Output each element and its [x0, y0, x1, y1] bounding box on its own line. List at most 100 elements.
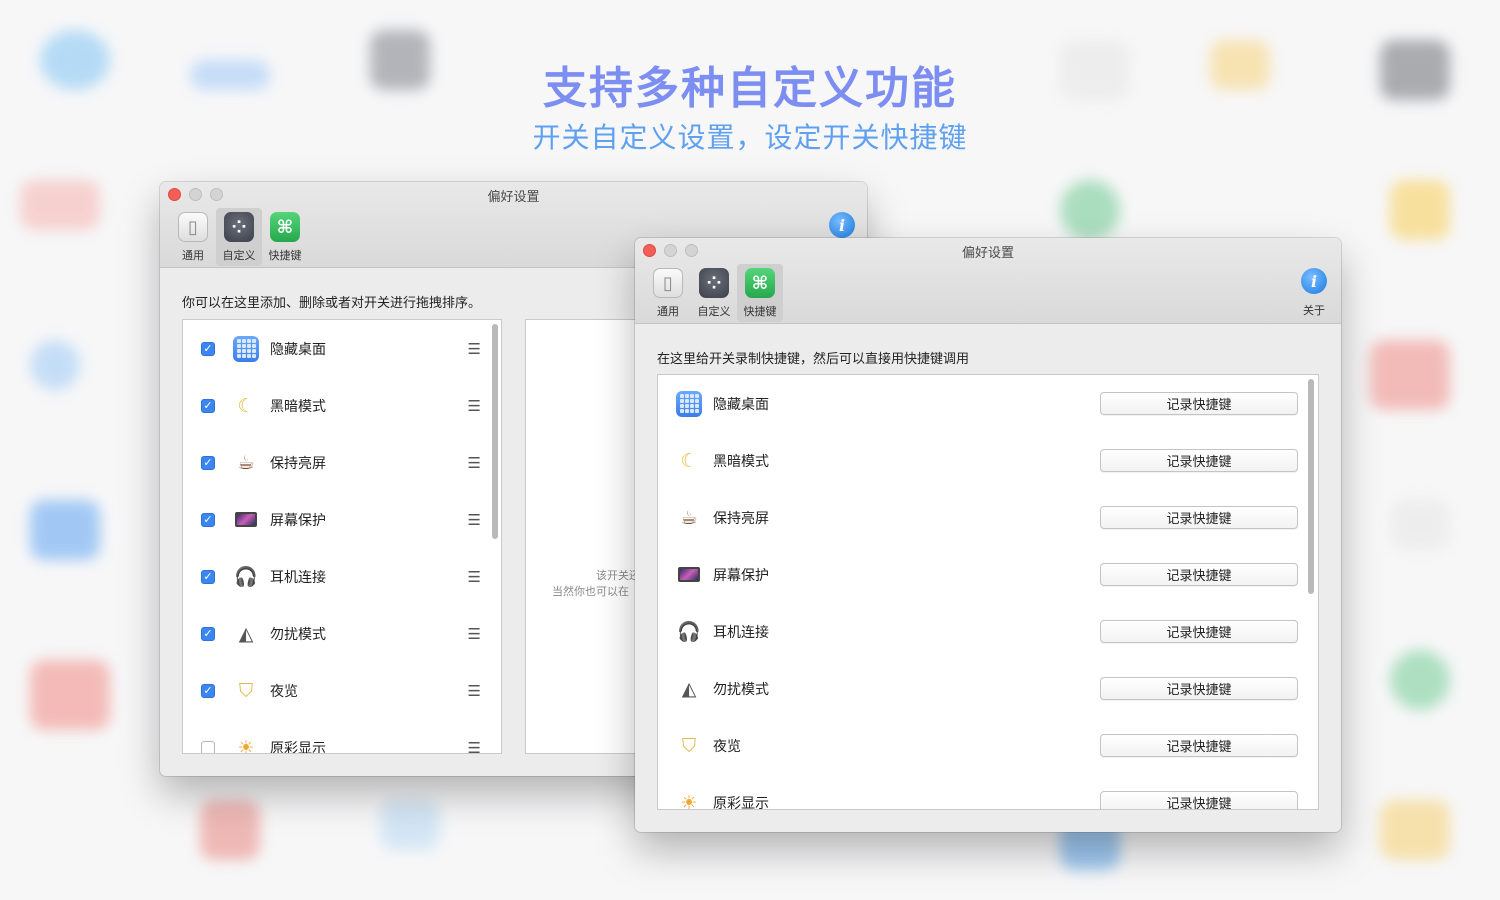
subheadline: 开关自定义设置，设定开关快捷键: [532, 121, 968, 154]
preferences-toolbar: ▯ 通用 ⁘ 自定义 ⌘ 快捷键: [645, 264, 783, 322]
tab-hotkeys[interactable]: ⌘ 快捷键: [737, 264, 783, 322]
tab-label: 快捷键: [268, 249, 302, 262]
tab-label: 通用: [657, 305, 679, 318]
checkbox[interactable]: ✓: [201, 626, 215, 641]
record-shortcut-button[interactable]: 记录快捷键: [1100, 449, 1298, 472]
toggle-switch-icon: ▯: [653, 268, 683, 298]
list-item[interactable]: ✓ ◭ 勿扰模式 ☰: [183, 605, 501, 662]
command-key-icon: ⌘: [745, 268, 775, 298]
list-item: ☾ 黑暗模式 记录快捷键: [658, 432, 1318, 489]
tab-label: 快捷键: [743, 305, 777, 318]
coffee-cup-icon: ☕: [680, 506, 698, 529]
dots-wheel-icon: ⁘: [224, 212, 254, 242]
checkbox[interactable]: ✓: [201, 683, 215, 698]
tab-general[interactable]: ▯ 通用: [645, 264, 691, 322]
checkbox[interactable]: ✓: [201, 398, 215, 413]
item-label: 原彩显示: [270, 740, 326, 754]
item-label: 夜览: [713, 738, 741, 755]
item-label: 勿扰模式: [713, 681, 769, 698]
checkbox[interactable]: ✓: [201, 569, 215, 584]
tab-general[interactable]: ▯ 通用: [170, 208, 216, 266]
hotkey-list: 隐藏桌面 记录快捷键 ☾ 黑暗模式 记录快捷键 ☕ 保持亮屏 记录快捷键 屏幕保…: [657, 374, 1319, 810]
record-shortcut-button[interactable]: 记录快捷键: [1100, 791, 1298, 809]
headphones-icon: 🎧: [234, 566, 258, 588]
list-item: ⛉ 夜览 记录快捷键: [658, 717, 1318, 774]
list-item: ◭ 勿扰模式 记录快捷键: [658, 660, 1318, 717]
item-label: 夜览: [270, 683, 298, 700]
item-label: 隐藏桌面: [713, 396, 769, 413]
scrollbar[interactable]: [492, 324, 498, 539]
list-item: ☕ 保持亮屏 记录快捷键: [658, 489, 1318, 546]
item-label: 黑暗模式: [270, 398, 326, 415]
record-shortcut-button[interactable]: 记录快捷键: [1100, 506, 1298, 529]
lamp-icon: ⛉: [238, 679, 254, 702]
drag-handle-icon[interactable]: ☰: [468, 625, 481, 643]
checkbox[interactable]: [201, 740, 215, 753]
sun-icon: ☀: [237, 736, 255, 754]
item-label: 保持亮屏: [270, 455, 326, 472]
tab-label: 自定义: [222, 249, 256, 262]
list-item: 隐藏桌面 记录快捷键: [658, 375, 1318, 432]
headphones-icon: 🎧: [677, 621, 701, 643]
grid-icon: [233, 335, 259, 362]
item-label: 屏幕保护: [270, 512, 326, 529]
item-label: 屏幕保护: [713, 567, 769, 584]
drag-handle-icon[interactable]: ☰: [468, 739, 481, 754]
sun-icon: ☀: [680, 791, 698, 810]
tab-hotkeys[interactable]: ⌘ 快捷键: [262, 208, 308, 266]
record-shortcut-button[interactable]: 记录快捷键: [1100, 734, 1298, 757]
about-label: 关于: [1303, 304, 1325, 317]
list-item: 🎧 耳机连接 记录快捷键: [658, 603, 1318, 660]
list-item[interactable]: ✓ ☾ 黑暗模式 ☰: [183, 377, 501, 434]
about-button[interactable]: i 关于: [1301, 268, 1327, 318]
command-key-icon: ⌘: [270, 212, 300, 242]
list-item[interactable]: ✓ 屏幕保护 ☰: [183, 491, 501, 548]
drag-handle-icon[interactable]: ☰: [468, 397, 481, 415]
list-item[interactable]: ✓ ⛉ 夜览 ☰: [183, 662, 501, 719]
record-shortcut-button[interactable]: 记录快捷键: [1100, 620, 1298, 643]
drag-handle-icon[interactable]: ☰: [468, 340, 481, 358]
record-shortcut-button[interactable]: 记录快捷键: [1100, 677, 1298, 700]
drag-handle-icon[interactable]: ☰: [468, 511, 481, 529]
item-label: 耳机连接: [270, 569, 326, 586]
preferences-window-hotkeys: 偏好设置 ▯ 通用 ⁘ 自定义 ⌘ 快捷键 i 关于 在这里给开关录制快捷键，然…: [635, 238, 1341, 832]
drag-handle-icon[interactable]: ☰: [468, 568, 481, 586]
info-icon: i: [829, 212, 855, 238]
info-icon: i: [1301, 268, 1327, 294]
about-button[interactable]: i: [829, 212, 855, 238]
record-shortcut-button[interactable]: 记录快捷键: [1100, 392, 1298, 415]
item-label: 隐藏桌面: [270, 341, 326, 358]
item-label: 耳机连接: [713, 624, 769, 641]
dots-wheel-icon: ⁘: [699, 268, 729, 298]
titlebar: 偏好设置 ▯ 通用 ⁘ 自定义 ⌘ 快捷键 i 关于: [635, 238, 1341, 324]
list-item[interactable]: ☀ 原彩显示 ☰: [183, 719, 501, 754]
list-item[interactable]: ✓ 🎧 耳机连接 ☰: [183, 548, 501, 605]
scrollbar[interactable]: [1308, 379, 1314, 594]
checkbox[interactable]: ✓: [201, 512, 215, 527]
toggle-switch-icon: ▯: [178, 212, 208, 242]
checkbox[interactable]: ✓: [201, 455, 215, 470]
grid-icon: [676, 390, 702, 417]
record-shortcut-button[interactable]: 记录快捷键: [1100, 563, 1298, 586]
tab-custom[interactable]: ⁘ 自定义: [216, 208, 262, 266]
moon-icon: ☾: [237, 394, 255, 417]
drag-handle-icon[interactable]: ☰: [468, 454, 481, 472]
item-label: 原彩显示: [713, 795, 769, 810]
drag-handle-icon[interactable]: ☰: [468, 682, 481, 700]
checkbox[interactable]: ✓: [201, 341, 215, 356]
list-item[interactable]: ✓ ☕ 保持亮屏 ☰: [183, 434, 501, 491]
list-item: 屏幕保护 记录快捷键: [658, 546, 1318, 603]
tab-label: 通用: [182, 249, 204, 262]
monitor-icon: [233, 507, 259, 533]
moon-icon: ☾: [680, 449, 698, 472]
metronome-icon: ◭: [681, 677, 697, 700]
tab-custom[interactable]: ⁘ 自定义: [691, 264, 737, 322]
headline: 支持多种自定义功能: [543, 63, 957, 114]
list-item: ☀ 原彩显示 记录快捷键: [658, 774, 1318, 810]
item-label: 黑暗模式: [713, 453, 769, 470]
list-item[interactable]: ✓ 隐藏桌面 ☰: [183, 320, 501, 377]
hint-text: 你可以在这里添加、删除或者对开关进行拖拽排序。: [182, 296, 482, 311]
item-label: 保持亮屏: [713, 510, 769, 527]
item-label: 勿扰模式: [270, 626, 326, 643]
window-title: 偏好设置: [487, 190, 540, 205]
